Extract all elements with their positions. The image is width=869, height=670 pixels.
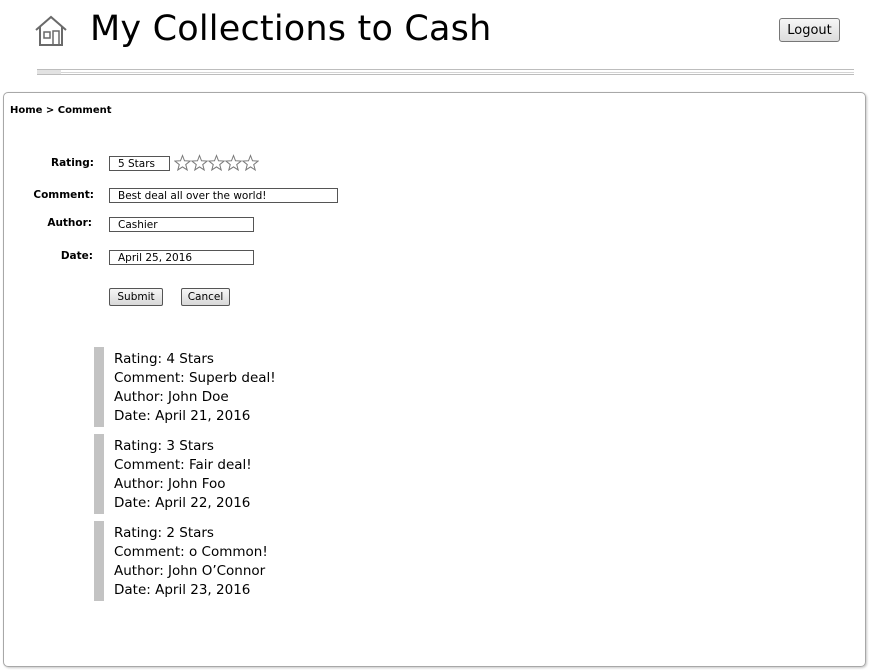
date-field[interactable] xyxy=(109,250,254,265)
star-icon[interactable] xyxy=(208,154,225,172)
comment-text: Comment: o Common! xyxy=(114,544,268,560)
comment-card: Rating: 4 Stars Comment: Superb deal! Au… xyxy=(94,347,394,427)
comment-text: Comment: Superb deal! xyxy=(114,370,276,386)
comment-rating: Rating: 2 Stars xyxy=(114,525,214,541)
comment-date: Date: April 21, 2016 xyxy=(114,408,251,424)
app-title: My Collections to Cash xyxy=(90,9,492,49)
author-field[interactable] xyxy=(109,217,254,232)
comment-date: Date: April 22, 2016 xyxy=(114,495,251,511)
star-icon[interactable] xyxy=(225,154,242,172)
comment-author: Author: John O’Connor xyxy=(114,563,266,579)
comment-author: Author: John Doe xyxy=(114,389,229,405)
author-label: Author: xyxy=(47,217,92,229)
comment-card: Rating: 3 Stars Comment: Fair deal! Auth… xyxy=(94,434,394,514)
rating-label: Rating: xyxy=(51,157,94,169)
rating-stars[interactable] xyxy=(174,154,259,172)
header-divider xyxy=(37,69,854,75)
star-icon[interactable] xyxy=(242,154,259,172)
logout-button[interactable]: Logout xyxy=(779,18,840,42)
rating-select[interactable] xyxy=(109,156,170,171)
comment-bar xyxy=(94,434,104,514)
submit-button[interactable]: Submit xyxy=(109,288,163,306)
cancel-button[interactable]: Cancel xyxy=(181,288,230,306)
comment-label: Comment: xyxy=(33,189,94,201)
breadcrumb-home-link[interactable]: Home xyxy=(10,105,42,116)
date-label: Date: xyxy=(60,250,93,262)
comment-card: Rating: 2 Stars Comment: o Common! Autho… xyxy=(94,521,394,601)
house-icon[interactable] xyxy=(34,15,68,47)
breadcrumb: Home > Comment xyxy=(10,105,112,116)
comment-date: Date: April 23, 2016 xyxy=(114,582,251,598)
breadcrumb-current: Comment xyxy=(57,105,112,116)
comment-bar xyxy=(94,347,104,427)
comment-rating: Rating: 3 Stars xyxy=(114,438,214,454)
comment-rating: Rating: 4 Stars xyxy=(114,351,214,367)
star-icon[interactable] xyxy=(191,154,208,172)
comment-author: Author: John Foo xyxy=(114,476,226,492)
comment-field[interactable] xyxy=(109,188,338,203)
breadcrumb-separator: > xyxy=(42,105,58,116)
comment-bar xyxy=(94,521,104,601)
comment-text: Comment: Fair deal! xyxy=(114,457,252,473)
star-icon[interactable] xyxy=(174,154,191,172)
